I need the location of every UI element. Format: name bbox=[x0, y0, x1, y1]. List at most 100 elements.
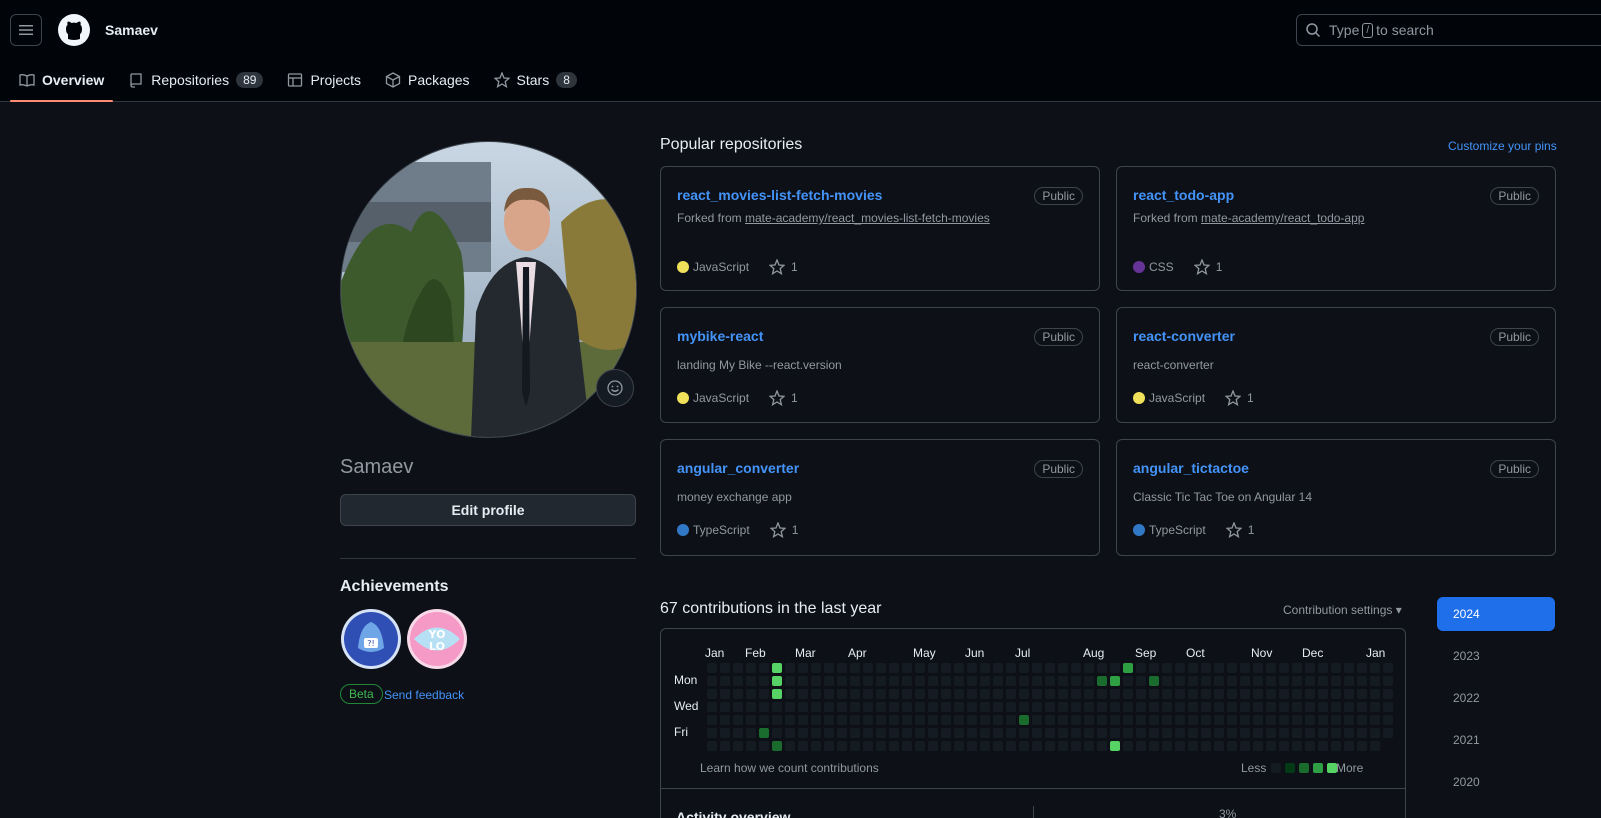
contribution-day-cell[interactable] bbox=[889, 663, 899, 673]
repo-name-link[interactable]: mybike-react bbox=[677, 328, 763, 344]
contribution-day-cell[interactable] bbox=[1305, 689, 1315, 699]
contribution-day-cell[interactable] bbox=[1097, 689, 1107, 699]
contribution-day-cell[interactable] bbox=[1188, 702, 1198, 712]
contribution-day-cell[interactable] bbox=[1123, 702, 1133, 712]
contribution-day-cell[interactable] bbox=[1331, 663, 1341, 673]
contribution-day-cell[interactable] bbox=[1045, 715, 1055, 725]
avatar[interactable] bbox=[340, 141, 637, 438]
contribution-day-cell[interactable] bbox=[824, 715, 834, 725]
contribution-day-cell[interactable] bbox=[1279, 741, 1289, 751]
contribution-day-cell[interactable] bbox=[1383, 689, 1393, 699]
contribution-day-cell[interactable] bbox=[1019, 676, 1029, 686]
contribution-day-cell[interactable] bbox=[1097, 728, 1107, 738]
contribution-day-cell[interactable] bbox=[1162, 663, 1172, 673]
contribution-day-cell[interactable] bbox=[915, 741, 925, 751]
contribution-day-cell[interactable] bbox=[733, 676, 743, 686]
contribution-day-cell[interactable] bbox=[1188, 741, 1198, 751]
contribution-day-cell[interactable] bbox=[811, 676, 821, 686]
contribution-day-cell[interactable] bbox=[850, 689, 860, 699]
contribution-day-cell[interactable] bbox=[1240, 676, 1250, 686]
github-logo-icon[interactable] bbox=[57, 13, 91, 47]
contribution-day-cell[interactable] bbox=[1266, 715, 1276, 725]
contribution-day-cell[interactable] bbox=[824, 676, 834, 686]
contribution-day-cell[interactable] bbox=[1357, 663, 1367, 673]
contribution-day-cell[interactable] bbox=[1006, 728, 1016, 738]
contribution-day-cell[interactable] bbox=[1071, 663, 1081, 673]
contribution-day-cell[interactable] bbox=[928, 663, 938, 673]
contribution-day-cell[interactable] bbox=[1084, 728, 1094, 738]
contribution-day-cell[interactable] bbox=[915, 689, 925, 699]
contribution-day-cell[interactable] bbox=[1045, 702, 1055, 712]
contribution-day-cell[interactable] bbox=[1253, 663, 1263, 673]
contribution-day-cell[interactable] bbox=[863, 715, 873, 725]
contribution-day-cell[interactable] bbox=[1136, 728, 1146, 738]
contribution-day-cell[interactable] bbox=[1201, 702, 1211, 712]
contribution-day-cell[interactable] bbox=[1227, 676, 1237, 686]
contribution-day-cell[interactable] bbox=[1331, 741, 1341, 751]
contribution-day-cell[interactable] bbox=[850, 676, 860, 686]
contribution-day-cell[interactable] bbox=[1149, 741, 1159, 751]
contribution-day-cell[interactable] bbox=[863, 702, 873, 712]
repo-stars-link[interactable]: 1 bbox=[769, 259, 798, 275]
contribution-day-cell[interactable] bbox=[1240, 741, 1250, 751]
contribution-day-cell[interactable] bbox=[1071, 689, 1081, 699]
contribution-day-cell[interactable] bbox=[733, 741, 743, 751]
achievement-badge-shark[interactable]: ?! bbox=[340, 608, 402, 670]
tab-stars[interactable]: Stars 8 bbox=[485, 60, 586, 100]
contribution-day-cell[interactable] bbox=[850, 702, 860, 712]
year-button[interactable]: 2020 bbox=[1437, 765, 1555, 799]
contribution-day-cell[interactable] bbox=[1253, 702, 1263, 712]
contribution-day-cell[interactable] bbox=[889, 715, 899, 725]
contribution-day-cell[interactable] bbox=[1227, 715, 1237, 725]
contribution-day-cell[interactable] bbox=[876, 689, 886, 699]
contribution-day-cell[interactable] bbox=[954, 689, 964, 699]
contribution-day-cell[interactable] bbox=[707, 728, 717, 738]
year-button[interactable]: 2023 bbox=[1437, 639, 1555, 673]
contribution-day-cell[interactable] bbox=[824, 728, 834, 738]
contribution-day-cell[interactable] bbox=[1071, 741, 1081, 751]
contribution-day-cell[interactable] bbox=[993, 741, 1003, 751]
contribution-day-cell[interactable] bbox=[876, 676, 886, 686]
year-button[interactable]: 2021 bbox=[1437, 723, 1555, 757]
contribution-day-cell[interactable] bbox=[1045, 689, 1055, 699]
contribution-day-cell[interactable] bbox=[1383, 715, 1393, 725]
contribution-day-cell[interactable] bbox=[1331, 728, 1341, 738]
contribution-day-cell[interactable] bbox=[1006, 689, 1016, 699]
contribution-day-cell[interactable] bbox=[720, 689, 730, 699]
contribution-day-cell[interactable] bbox=[915, 715, 925, 725]
contribution-day-cell[interactable] bbox=[720, 663, 730, 673]
contribution-day-cell[interactable] bbox=[1279, 715, 1289, 725]
contribution-day-cell[interactable] bbox=[1149, 715, 1159, 725]
contribution-day-cell[interactable] bbox=[811, 741, 821, 751]
contribution-day-cell[interactable] bbox=[1006, 702, 1016, 712]
contribution-day-cell[interactable] bbox=[1214, 676, 1224, 686]
contribution-day-cell[interactable] bbox=[733, 728, 743, 738]
contribution-day-cell[interactable] bbox=[785, 741, 795, 751]
contribution-day-cell[interactable] bbox=[1253, 715, 1263, 725]
contribution-day-cell[interactable] bbox=[1188, 676, 1198, 686]
contribution-day-cell[interactable] bbox=[1266, 676, 1276, 686]
contribution-day-cell[interactable] bbox=[1370, 715, 1380, 725]
contribution-day-cell[interactable] bbox=[863, 676, 873, 686]
contribution-day-cell[interactable] bbox=[1071, 715, 1081, 725]
contribution-day-cell[interactable] bbox=[1110, 689, 1120, 699]
contribution-day-cell[interactable] bbox=[1292, 741, 1302, 751]
contribution-day-cell[interactable] bbox=[1292, 663, 1302, 673]
contribution-day-cell[interactable] bbox=[941, 663, 951, 673]
contribution-day-cell[interactable] bbox=[1019, 689, 1029, 699]
contribution-day-cell[interactable] bbox=[967, 689, 977, 699]
contribution-day-cell[interactable] bbox=[798, 702, 808, 712]
header-username[interactable]: Samaev bbox=[105, 22, 158, 38]
contribution-day-cell[interactable] bbox=[785, 663, 795, 673]
contribution-day-cell[interactable] bbox=[772, 741, 782, 751]
contribution-day-cell[interactable] bbox=[798, 676, 808, 686]
contribution-day-cell[interactable] bbox=[1071, 676, 1081, 686]
contribution-day-cell[interactable] bbox=[1292, 715, 1302, 725]
contribution-day-cell[interactable] bbox=[1188, 689, 1198, 699]
contribution-day-cell[interactable] bbox=[1084, 689, 1094, 699]
tab-projects[interactable]: Projects bbox=[278, 60, 370, 100]
contribution-day-cell[interactable] bbox=[1266, 663, 1276, 673]
contribution-day-cell[interactable] bbox=[1318, 689, 1328, 699]
contribution-day-cell[interactable] bbox=[824, 741, 834, 751]
contribution-day-cell[interactable] bbox=[1149, 663, 1159, 673]
